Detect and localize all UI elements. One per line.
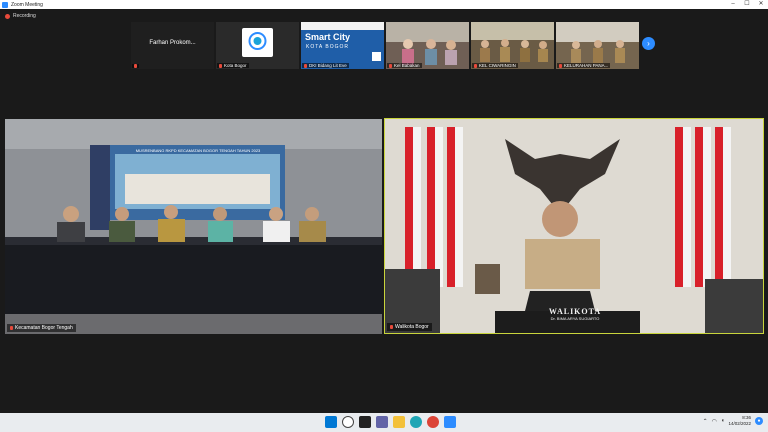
video-tile-active-speaker[interactable]: WALIKOTA Dr. BIMA ARYA SUGIARTO Walikota… [384, 118, 764, 334]
tray-chevron-up-icon[interactable]: ⌃ [703, 418, 708, 425]
notification-icon[interactable]: ● [755, 417, 763, 425]
mic-off-icon [389, 63, 392, 68]
clock-date: 14/02/2022 [728, 421, 751, 426]
participant-thumb[interactable]: Kota Bogor [216, 22, 299, 69]
participant-name: KELURAHAN PANA... [564, 63, 609, 68]
gallery-strip: Farhan Prokom... Kota Bogor Smart City K… [131, 22, 639, 69]
chevron-right-icon: › [647, 39, 650, 48]
mic-off-icon [10, 326, 13, 330]
participant-name: Kecamatan Bogor Tengah [15, 325, 73, 331]
kota-bogor-logo [242, 28, 273, 57]
participant-name: DKI Bidang Lit Eve [309, 63, 347, 68]
event-banner-text: MUSRENBANG RKPD KECAMATAN BOGOR TENGAH T… [135, 148, 261, 153]
maximize-icon[interactable]: ☐ [740, 0, 754, 9]
smart-city-title: Smart City [305, 32, 351, 42]
qr-code [372, 52, 381, 61]
zoom-app-icon [2, 1, 8, 8]
chrome-icon[interactable] [427, 416, 439, 428]
video-tile-left[interactable]: MUSRENBANG RKPD KECAMATAN BOGOR TENGAH T… [5, 119, 382, 334]
participant-label: Walikota Bogor [387, 323, 432, 331]
task-view-icon[interactable] [359, 416, 371, 428]
participant-thumb[interactable]: Farhan Prokom... [131, 22, 214, 69]
system-tray: ⌃ ◠ ◖ 8:36 14/02/2022 ● [703, 415, 763, 427]
video-feed-room [471, 22, 554, 69]
recording-dot-icon [5, 13, 10, 19]
close-icon[interactable]: ✕ [754, 0, 768, 9]
recording-indicator[interactable]: Recording [5, 13, 36, 19]
window-titlebar: Zoom Meeting – ☐ ✕ [0, 0, 768, 9]
participant-name: Kel Babakan [394, 63, 420, 68]
mic-off-icon [474, 63, 477, 68]
window-title: Zoom Meeting [11, 1, 43, 8]
participant-label: Kota Bogor [217, 63, 249, 68]
window-controls: – ☐ ✕ [726, 0, 768, 9]
participant-label: Kecamatan Bogor Tengah [7, 324, 76, 332]
participant-thumb[interactable]: KEL CIWARINGIN [471, 22, 554, 69]
mic-off-icon [304, 63, 307, 68]
edge-icon[interactable] [410, 416, 422, 428]
participant-name: Kota Bogor [224, 63, 247, 68]
start-icon[interactable] [325, 416, 337, 428]
video-feed-room [386, 22, 469, 69]
smart-city-subtitle: KOTA BOGOR [306, 44, 349, 50]
minimize-icon[interactable]: – [726, 0, 740, 9]
search-icon[interactable] [342, 416, 354, 428]
mic-off-icon [134, 64, 137, 68]
banner-decoration [301, 22, 384, 30]
participant-name: KEL CIWARINGIN [479, 63, 516, 68]
participant-label: Kel Babakan [387, 63, 422, 68]
nameplate: WALIKOTA Dr. BIMA ARYA SUGIARTO [529, 307, 621, 321]
video-feed-office [385, 119, 763, 333]
taskbar-apps [325, 416, 456, 428]
nameplate-name: Dr. BIMA ARYA SUGIARTO [550, 316, 600, 321]
participant-label [132, 64, 139, 68]
participant-name: Walikota Bogor [395, 324, 429, 330]
windows-taskbar: ⌃ ◠ ◖ 8:36 14/02/2022 ● [0, 413, 768, 432]
chat-icon[interactable] [376, 416, 388, 428]
participant-thumb[interactable]: Kel Babakan [386, 22, 469, 69]
logo-icon [248, 32, 267, 50]
mic-off-icon [219, 63, 222, 68]
participant-label: KEL CIWARINGIN [472, 63, 518, 68]
participant-display-name: Farhan Prokom... [149, 40, 196, 46]
volume-icon[interactable]: ◖ [721, 418, 725, 424]
nameplate-title: WALIKOTA [548, 307, 602, 316]
gallery-next-button[interactable]: › [642, 37, 655, 50]
file-explorer-icon[interactable] [393, 416, 405, 428]
mic-off-icon [559, 63, 562, 68]
video-feed-room [556, 22, 639, 69]
participant-label: DKI Bidang Lit Eve [302, 63, 349, 68]
participant-thumb[interactable]: KELURAHAN PANA... [556, 22, 639, 69]
participant-thumb[interactable]: Smart City KOTA BOGOR DKI Bidang Lit Eve [301, 22, 384, 69]
participant-label: KELURAHAN PANA... [557, 63, 611, 68]
wifi-icon[interactable]: ◠ [712, 418, 717, 425]
zoom-taskbar-icon[interactable] [444, 416, 456, 428]
system-clock[interactable]: 8:36 14/02/2022 [728, 415, 751, 427]
recording-label: Recording [13, 13, 36, 19]
mic-off-icon [390, 325, 393, 329]
